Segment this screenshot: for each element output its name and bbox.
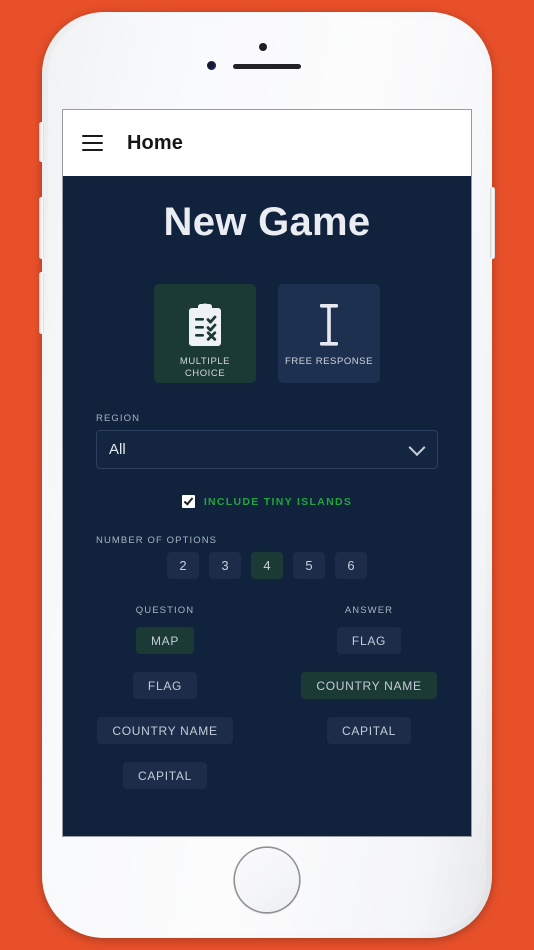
answer-chip-flag[interactable]: FLAG — [336, 627, 402, 654]
menu-line-3 — [82, 149, 103, 151]
game-mode-selector: MULTIPLE CHOICE FREE RESPONSE — [63, 284, 471, 383]
question-chip-map[interactable]: MAP — [135, 627, 195, 654]
option-chip-4[interactable]: 4 — [251, 552, 283, 579]
page-title: New Game — [163, 200, 371, 244]
earpiece-speaker-icon — [233, 64, 301, 69]
silent-switch[interactable] — [39, 122, 44, 162]
include-tiny-islands-label: INCLUDE TINY ISLANDS — [203, 495, 353, 508]
question-chip-country-name[interactable]: COUNTRY NAME — [97, 717, 233, 744]
hamburger-menu-icon[interactable] — [82, 135, 103, 151]
mode-card-label: FREE RESPONSE — [285, 356, 373, 368]
power-button[interactable] — [490, 187, 495, 259]
number-of-options-section: NUMBER OF OPTIONS 2 3 4 5 6 — [63, 535, 471, 579]
question-chip-flag[interactable]: FLAG — [132, 672, 198, 699]
number-of-options-label: NUMBER OF OPTIONS — [96, 535, 218, 546]
mode-label-line-1: MULTIPLE — [179, 356, 231, 367]
region-label: REGION — [96, 413, 141, 424]
clipboard-checklist-icon — [186, 301, 224, 348]
app-bar: Home — [63, 110, 471, 176]
menu-line-2 — [82, 142, 103, 144]
include-tiny-islands-toggle[interactable]: INCLUDE TINY ISLANDS — [63, 495, 471, 508]
answer-chip-country-name[interactable]: COUNTRY NAME — [301, 672, 437, 699]
question-answer-section: QUESTION MAP FLAG COUNTRY NAME CAPITAL A… — [63, 605, 471, 807]
answer-column: ANSWER FLAG COUNTRY NAME CAPITAL — [267, 605, 471, 807]
mode-card-multiple-choice[interactable]: MULTIPLE CHOICE — [154, 284, 256, 383]
mode-card-label: MULTIPLE CHOICE — [180, 356, 230, 380]
phone-frame: Home New Game MULTIPLE CHOICE FREE RESPO… — [39, 12, 495, 938]
phone-screen: Home New Game MULTIPLE CHOICE FREE RESPO… — [63, 110, 471, 836]
menu-line-1 — [82, 135, 103, 137]
mode-label-line-1: FREE RESPONSE — [285, 356, 373, 367]
volume-down-button[interactable] — [39, 272, 44, 334]
option-chip-3[interactable]: 3 — [209, 552, 241, 579]
proximity-sensor-icon — [207, 61, 216, 70]
mode-label-line-2: CHOICE — [184, 368, 226, 379]
region-section: REGION All — [63, 413, 471, 469]
volume-up-button[interactable] — [39, 197, 44, 259]
text-cursor-i-beam-icon — [314, 301, 344, 348]
checkbox-checked-icon[interactable] — [181, 495, 195, 508]
front-camera-icon — [259, 43, 267, 51]
question-column-header: QUESTION — [135, 605, 195, 616]
region-selected-value: All — [109, 441, 126, 458]
question-chip-capital[interactable]: CAPITAL — [122, 762, 208, 789]
chevron-down-icon — [408, 438, 426, 456]
home-button[interactable] — [235, 848, 299, 912]
question-column: QUESTION MAP FLAG COUNTRY NAME CAPITAL — [63, 605, 267, 807]
number-of-options-row: 2 3 4 5 6 — [96, 552, 438, 579]
app-content: New Game MULTIPLE CHOICE FREE RESPONSE R… — [63, 176, 471, 836]
mode-card-free-response[interactable]: FREE RESPONSE — [278, 284, 380, 383]
option-chip-2[interactable]: 2 — [167, 552, 199, 579]
app-bar-title: Home — [127, 131, 183, 154]
answer-chip-capital[interactable]: CAPITAL — [326, 717, 412, 744]
option-chip-5[interactable]: 5 — [293, 552, 325, 579]
answer-column-header: ANSWER — [344, 605, 394, 616]
option-chip-6[interactable]: 6 — [335, 552, 367, 579]
region-select[interactable]: All — [96, 430, 438, 469]
